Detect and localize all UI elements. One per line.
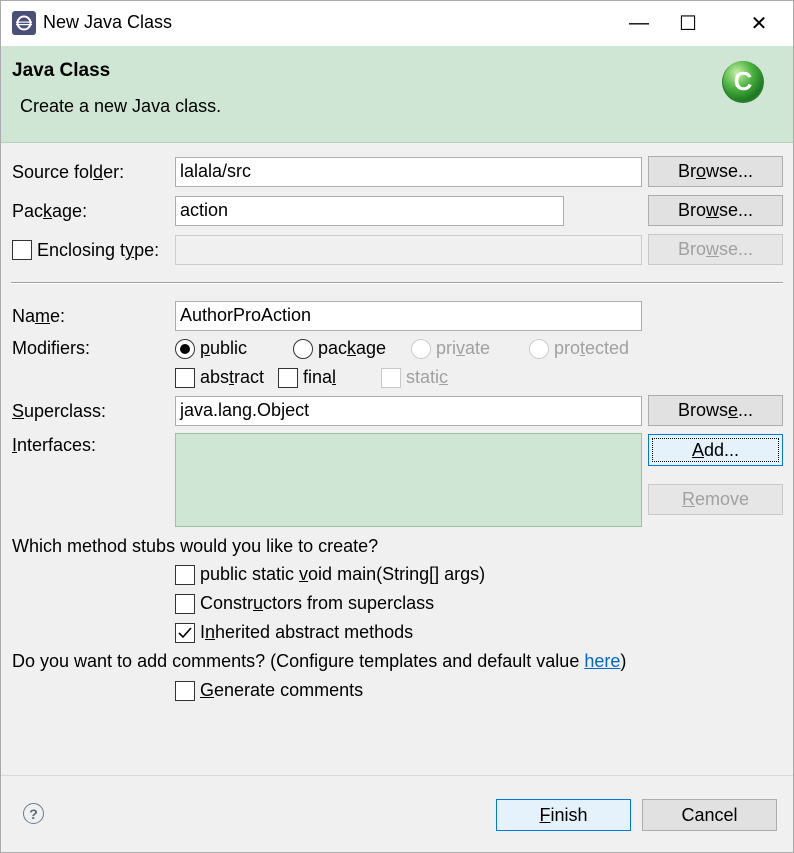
java-class-letter: C [734,66,753,96]
footer-separator [1,775,793,776]
modifier-abstract-checkbox[interactable] [175,368,195,388]
enclosing-type-label: Enclosing type: [37,240,160,260]
class-name-input[interactable]: AuthorProAction [175,301,642,331]
package-label: Package: [12,201,88,221]
help-icon[interactable]: ? [23,803,44,824]
radio-selected-dot [180,344,190,354]
interfaces-label: Interfaces: [12,435,97,455]
close-button[interactable]: ✕ [739,6,779,40]
interfaces-remove-button: Remove [648,484,783,515]
stub-main-label: public static void main(String[] args) [200,564,486,584]
stub-constructors-checkbox[interactable] [175,594,195,614]
focus-ring [652,438,779,462]
window-title: New Java Class [43,12,173,32]
modifier-public-radio[interactable] [175,339,195,359]
modifier-final-label: final [303,367,337,387]
package-input[interactable]: action [175,196,564,226]
checkmark-icon [178,627,192,639]
wizard-header: Java Class Create a new Java class. C [1,46,793,143]
stub-inherited-label: Inherited abstract methods [200,622,414,642]
modifier-protected-radio [529,339,549,359]
minimize-icon: — [629,11,649,34]
enclosing-type-checkbox[interactable] [12,240,32,260]
cancel-button[interactable]: Cancel [642,799,777,831]
separator [11,282,783,284]
modifier-package-radio[interactable] [293,339,313,359]
maximize-icon: ☐ [679,12,697,35]
interfaces-add-button[interactable]: Add... [648,434,783,466]
stub-inherited-checkbox[interactable] [175,623,195,643]
page-title: Java Class [12,60,111,81]
modifier-public-label: public [200,338,248,358]
enclosing-type-input [175,235,642,265]
page-description: Create a new Java class. [20,96,222,116]
package-browse-button[interactable]: Bro w se... [648,195,783,226]
modifier-static-checkbox [381,368,401,388]
source-folder-label: Source folder: [12,162,125,182]
title-bar: New Java Class — ☐ ✕ [1,1,793,46]
comments-question: Do you want to add comments? (Configure … [12,651,627,671]
superclass-label: Superclass: [12,401,107,421]
minimize-button[interactable]: — [619,6,659,40]
modifiers-label: Modifiers: [12,338,91,358]
modifier-abstract-label: abstract [200,367,265,387]
modifier-protected-label: protected [554,338,630,358]
modifier-private-label: private [436,338,491,358]
superclass-input[interactable]: java.lang.Object [175,396,642,426]
eclipse-icon [12,11,36,35]
superclass-browse-button[interactable]: Brows e... [648,395,783,426]
modifier-package-label: package [318,338,387,358]
new-java-class-dialog: New Java Class — ☐ ✕ Java Class Create a… [0,0,794,853]
stub-main-checkbox[interactable] [175,565,195,585]
maximize-button[interactable]: ☐ [668,6,708,40]
finish-button[interactable]: Finish [496,799,631,831]
interfaces-list[interactable] [175,433,642,527]
generate-comments-checkbox[interactable] [175,681,195,701]
method-stubs-question: Which method stubs would you like to cre… [12,536,379,556]
enclosing-type-browse-button: Bro w se... [648,234,783,265]
modifier-final-checkbox[interactable] [278,368,298,388]
modifier-static-label: static [406,367,449,387]
generate-comments-label: Generate comments [200,680,364,700]
name-label: Name: [12,306,66,326]
modifier-private-radio [411,339,431,359]
stub-constructors-label: Constructors from superclass [200,593,435,613]
close-icon: ✕ [750,12,768,35]
java-class-icon: C [722,61,764,103]
configure-templates-link[interactable]: here [584,651,620,671]
source-folder-browse-button[interactable]: Br o wse... [648,156,783,187]
source-folder-input[interactable]: lalala/src [175,157,642,187]
